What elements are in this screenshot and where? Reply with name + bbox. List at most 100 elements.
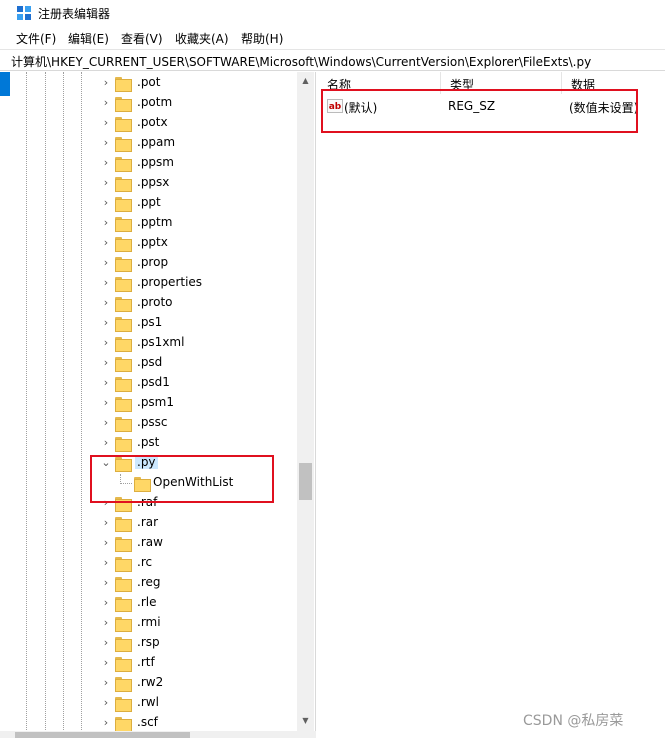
tree-item[interactable]: › .rtf xyxy=(0,654,300,674)
chevron-right-icon[interactable]: › xyxy=(101,636,111,650)
chevron-right-icon[interactable]: › xyxy=(101,676,111,690)
tree-item[interactable]: › .rle xyxy=(0,594,300,614)
tree-item[interactable]: › .ppsx xyxy=(0,174,300,194)
tree-item[interactable]: › .psm1 xyxy=(0,394,300,414)
tree-item-label: .rar xyxy=(137,515,159,529)
tree-vertical-scrollbar[interactable]: ▲ ▼ xyxy=(297,72,314,738)
menu-help[interactable]: 帮助(H) xyxy=(241,30,283,47)
tree-item-label: .psd1 xyxy=(137,375,170,389)
folder-icon xyxy=(115,637,132,652)
chevron-right-icon[interactable]: › xyxy=(101,176,111,190)
chevron-right-icon[interactable]: › xyxy=(101,136,111,150)
tree-item[interactable]: › .rc xyxy=(0,554,300,574)
chevron-right-icon[interactable]: › xyxy=(101,376,111,390)
scroll-up-arrow-icon[interactable]: ▲ xyxy=(297,72,314,89)
tree-item[interactable]: › .ps1 xyxy=(0,314,300,334)
tree-item-label: .proto xyxy=(137,295,173,309)
address-path[interactable]: 计算机\HKEY_CURRENT_USER\SOFTWARE\Microsoft… xyxy=(11,53,591,70)
chevron-right-icon[interactable]: › xyxy=(101,256,111,270)
folder-icon xyxy=(115,377,132,392)
tree-item-label: .pst xyxy=(137,435,160,449)
address-bar[interactable]: 计算机\HKEY_CURRENT_USER\SOFTWARE\Microsoft… xyxy=(0,49,665,71)
menu-favorites[interactable]: 收藏夹(A) xyxy=(175,30,229,47)
folder-icon xyxy=(115,137,132,152)
tree-horizontal-scrollbar[interactable] xyxy=(0,731,316,738)
folder-icon xyxy=(115,697,132,712)
tree-item-label: .scf xyxy=(137,715,158,729)
chevron-right-icon[interactable]: › xyxy=(101,296,111,310)
menu-file[interactable]: 文件(F) xyxy=(16,30,56,47)
tree-item[interactable]: › .psd xyxy=(0,354,300,374)
chevron-right-icon[interactable]: › xyxy=(101,416,111,430)
tree-item[interactable]: › .prop xyxy=(0,254,300,274)
tree-item[interactable]: › .rw2 xyxy=(0,674,300,694)
scroll-down-arrow-icon[interactable]: ▼ xyxy=(297,712,314,729)
chevron-right-icon[interactable]: › xyxy=(101,236,111,250)
tree-item[interactable]: › .rmi xyxy=(0,614,300,634)
tree-item[interactable]: › .rwl xyxy=(0,694,300,714)
chevron-right-icon[interactable]: › xyxy=(101,576,111,590)
tree-item[interactable]: › .proto xyxy=(0,294,300,314)
highlight-box-py-key xyxy=(90,455,274,503)
chevron-right-icon[interactable]: › xyxy=(101,536,111,550)
folder-icon xyxy=(115,97,132,112)
tree-item[interactable]: › .ps1xml xyxy=(0,334,300,354)
chevron-right-icon[interactable]: › xyxy=(101,276,111,290)
key-tree-pane[interactable]: › .pot › .potm › .potx › .ppam › .ppsm › .ppsx › .ppt… xyxy=(0,72,316,738)
tree-scroll-thumb[interactable] xyxy=(299,463,312,500)
tree-item[interactable]: › .reg xyxy=(0,574,300,594)
highlight-box-default-value xyxy=(321,89,638,133)
chevron-right-icon[interactable]: › xyxy=(101,356,111,370)
tree-item[interactable]: › .ppt xyxy=(0,194,300,214)
menu-bar: 文件(F) 编辑(E) 查看(V) 收藏夹(A) 帮助(H) xyxy=(0,26,665,48)
tree-item[interactable]: › .raw xyxy=(0,534,300,554)
tree-item[interactable]: › .ppsm xyxy=(0,154,300,174)
chevron-right-icon[interactable]: › xyxy=(101,116,111,130)
tree-item[interactable]: › .ppam xyxy=(0,134,300,154)
chevron-right-icon[interactable]: › xyxy=(101,616,111,630)
menu-view[interactable]: 查看(V) xyxy=(121,30,163,47)
chevron-right-icon[interactable]: › xyxy=(101,216,111,230)
folder-icon xyxy=(115,537,132,552)
chevron-right-icon[interactable]: › xyxy=(101,196,111,210)
folder-icon xyxy=(115,677,132,692)
chevron-right-icon[interactable]: › xyxy=(101,596,111,610)
chevron-right-icon[interactable]: › xyxy=(101,516,111,530)
chevron-right-icon[interactable]: › xyxy=(101,696,111,710)
folder-icon xyxy=(115,337,132,352)
chevron-right-icon[interactable]: › xyxy=(101,336,111,350)
folder-icon xyxy=(115,297,132,312)
tree-item[interactable]: › .potm xyxy=(0,94,300,114)
folder-icon xyxy=(115,77,132,92)
value-list-pane[interactable]: 名称 类型 数据 ab (默认) REG_SZ (数值未设置) xyxy=(318,72,665,738)
tree-item[interactable]: › .rsp xyxy=(0,634,300,654)
folder-icon xyxy=(115,217,132,232)
tree-item[interactable]: › .pst xyxy=(0,434,300,454)
chevron-right-icon[interactable]: › xyxy=(101,76,111,90)
tree-item[interactable]: › .rar xyxy=(0,514,300,534)
tree-item-label: .rtf xyxy=(137,655,155,669)
tree-item[interactable]: › .potx xyxy=(0,114,300,134)
chevron-right-icon[interactable]: › xyxy=(101,436,111,450)
folder-icon xyxy=(115,397,132,412)
tree-item[interactable]: › .pptx xyxy=(0,234,300,254)
tree-hscroll-thumb[interactable] xyxy=(15,732,190,738)
menu-edit[interactable]: 编辑(E) xyxy=(68,30,109,47)
tree-item-label: .ps1 xyxy=(137,315,163,329)
folder-icon xyxy=(115,157,132,172)
tree-item[interactable]: › .psd1 xyxy=(0,374,300,394)
chevron-right-icon[interactable]: › xyxy=(101,716,111,730)
chevron-right-icon[interactable]: › xyxy=(101,556,111,570)
tree-item-label: .ppsm xyxy=(137,155,174,169)
chevron-right-icon[interactable]: › xyxy=(101,316,111,330)
tree-item[interactable]: › .properties xyxy=(0,274,300,294)
tree-item[interactable]: › .pot xyxy=(0,74,300,94)
chevron-right-icon[interactable]: › xyxy=(101,156,111,170)
tree-item[interactable]: › .pptm xyxy=(0,214,300,234)
tree-item[interactable]: › .pssc xyxy=(0,414,300,434)
folder-icon xyxy=(115,237,132,252)
folder-icon xyxy=(115,197,132,212)
chevron-right-icon[interactable]: › xyxy=(101,396,111,410)
chevron-right-icon[interactable]: › xyxy=(101,96,111,110)
chevron-right-icon[interactable]: › xyxy=(101,656,111,670)
